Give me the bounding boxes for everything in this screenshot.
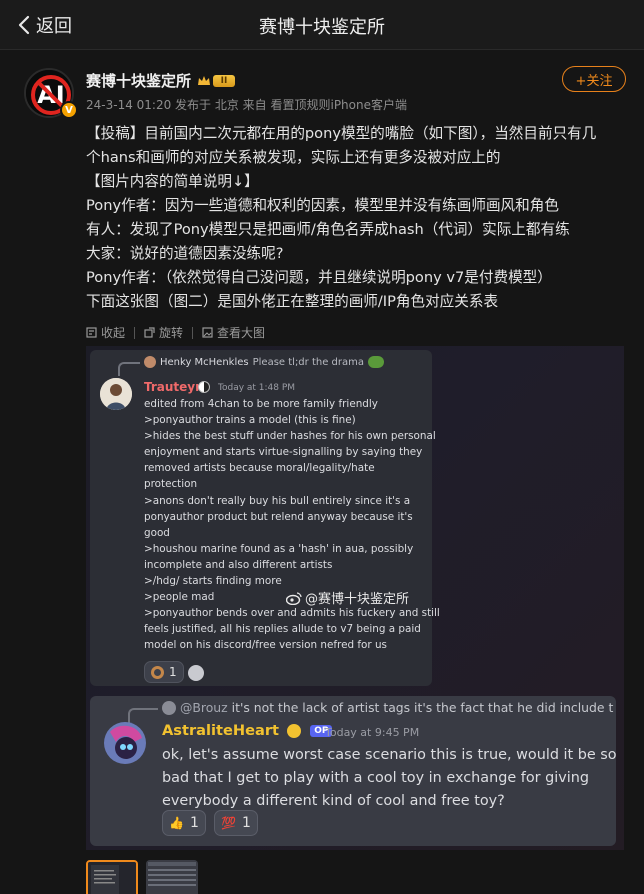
discord-message-2: @Brouz it's not the lack of artist tags …: [90, 696, 617, 846]
reply-text: Please tl;dr the drama: [252, 356, 364, 368]
reaction-chip-thumbs: 👍 1: [162, 810, 206, 836]
discord-message-1: Henky McHenkles Please tl;dr the drama T…: [90, 350, 440, 686]
reply-preview: Henky McHenkles Please tl;dr the drama: [144, 356, 384, 368]
weibo-watermark: @赛博十块鉴定所: [286, 588, 409, 607]
divider: [192, 326, 194, 339]
thumbnail-preview-icon: [146, 860, 198, 894]
content-line: 大家：说好的道德因素没练呢?: [86, 245, 284, 262]
message-line: edited from 4chan to be more family frie…: [144, 398, 378, 410]
reply-preview: @Brouz it's not the lack of artist tags …: [162, 700, 613, 715]
verified-badge: V: [60, 101, 78, 119]
hundred-emoji: 💯: [221, 816, 236, 830]
reply-connector: [118, 362, 140, 376]
message-line: >anons don't really buy his bull entirel…: [144, 494, 411, 507]
view-large-button[interactable]: 查看大图: [202, 324, 265, 341]
astraliteheart-time: Today at 9:45 PM: [325, 726, 420, 739]
content-line: Pony作者：（依然觉得自己没问题，并且继续说明pony v7是付费模型）: [86, 269, 552, 286]
reaction-count: 1: [241, 815, 251, 831]
thumbnail-preview-icon: [88, 862, 136, 894]
message-line: >hides the best stuff under hashes for h…: [144, 430, 436, 443]
top-bar: 返回 赛博十块鉴定所: [0, 0, 644, 50]
post-meta: 24-3-14 01:20 发布于 北京 来自 看置顶规则iPhone客户端: [86, 98, 407, 112]
pony-avatar-icon: [104, 722, 146, 764]
message-line: good: [144, 526, 170, 539]
collect-button[interactable]: 收起: [86, 324, 125, 341]
content-line: 【投稿】目前国内二次元都在用的pony模型的嘴脸（如下图），当然目前只有几: [86, 125, 597, 142]
weibo-logo-icon: [286, 591, 302, 605]
rotate-label: 旋转: [159, 326, 184, 340]
author-name[interactable]: 赛博十块鉴定所: [86, 70, 191, 91]
donut-emoji-icon: [151, 665, 164, 679]
reply-name: Henky McHenkles: [160, 356, 249, 368]
follow-button[interactable]: +关注: [562, 66, 626, 92]
message-line: >/hdg/ starts finding more: [144, 575, 282, 588]
crown-icon: [198, 75, 211, 85]
content-line: Pony作者：因为一些道德和权利的因素，模型里并没有练画师画风和角色: [86, 197, 559, 214]
post-image[interactable]: Henky McHenkles Please tl;dr the drama T…: [86, 346, 624, 850]
image-tools: 收起 旋转 查看大图: [86, 324, 265, 341]
thumbnail-2[interactable]: [146, 860, 198, 894]
image-thumbnails: [86, 860, 206, 894]
author-row: 赛博十块鉴定所 II: [86, 70, 236, 91]
trauteyr-time: Today at 1:48 PM: [218, 383, 296, 393]
sun-badge-icon: [287, 724, 302, 738]
reaction-chip-hundred: 💯 1: [214, 810, 258, 836]
astraliteheart-name: AstraliteHeart OP: [162, 722, 333, 739]
message-line: bad that I get to play with a cool toy i…: [162, 770, 590, 786]
reply-text: it's not the lack of artist tags it's th…: [231, 700, 614, 715]
collapse-icon: [86, 327, 97, 338]
crown-badge: II: [197, 74, 236, 87]
page-title: 赛博十块鉴定所: [259, 17, 385, 38]
message-line: >ponyauthor bends over and admits his fu…: [144, 607, 440, 620]
rotate-button[interactable]: 旋转: [144, 324, 183, 341]
post-content: 【投稿】目前国内二次元都在用的pony模型的嘴脸（如下图），当然目前只有几 个h…: [86, 122, 632, 314]
message-line: model on his discord/free version nefred…: [144, 639, 387, 652]
person-avatar-icon: [100, 378, 132, 410]
thumbnail-1[interactable]: [86, 860, 138, 894]
add-reaction-icon: [188, 665, 204, 681]
message-line: >ponyauthor trains a model (this is fine…: [144, 414, 356, 427]
reaction-chip: 1: [144, 661, 184, 683]
content-line: 有人：发现了Pony模型只是把画师/角色名弄成hash（代词）实际上都有练: [86, 221, 570, 238]
message-line: removed artists because moral/legality/h…: [144, 462, 375, 475]
message-line: enjoyment and starts virtue-signalling b…: [144, 446, 423, 459]
yin-yang-icon: [198, 381, 210, 393]
astraliteheart-message: ok, let's assume worst case scenario thi…: [162, 744, 617, 813]
reaction-count: 1: [189, 815, 199, 831]
rank-badge: II: [213, 74, 236, 87]
reply-avatar: [144, 356, 156, 368]
content-line: 【图片内容的简单说明↓】: [86, 173, 259, 190]
content-line: 个hans和画师的对应关系被发现，实际上还有更多没被对应上的: [86, 149, 501, 166]
reply-avatar: [162, 700, 176, 715]
message-line: protection: [144, 478, 198, 491]
image-icon: [202, 327, 213, 338]
watermark-text: @赛博十块鉴定所: [305, 592, 410, 607]
message-line: ponyauthor product but relend anyway bec…: [144, 510, 413, 523]
view-large-label: 查看大图: [217, 326, 266, 340]
collect-label: 收起: [101, 326, 126, 340]
message-line: feels justified, all his replies allude …: [144, 623, 421, 636]
astraliteheart-avatar: [104, 722, 146, 764]
message-line: ok, let's assume worst case scenario thi…: [162, 747, 617, 763]
rotate-icon: [144, 327, 155, 338]
trauteyr-avatar: [100, 378, 132, 410]
astraliteheart-name-text: AstraliteHeart: [162, 722, 280, 739]
reply-name: @Brouz: [180, 700, 228, 715]
trauteyr-name: Trauteyr: [144, 380, 202, 394]
trauteyr-message: edited from 4chan to be more family frie…: [144, 396, 440, 654]
thumbs-up-emoji: 👍: [169, 816, 184, 830]
content-line: 下面这张图（图二）是国外佬正在整理的画师/IP角色对应关系表: [86, 293, 499, 310]
divider: [134, 326, 136, 339]
frog-emoji-icon: [368, 356, 384, 368]
reaction-count: 1: [169, 665, 177, 679]
message-line: incomplete and also different artists: [144, 558, 333, 571]
message-line: >houshou marine found as a 'hash' in aua…: [144, 542, 414, 555]
